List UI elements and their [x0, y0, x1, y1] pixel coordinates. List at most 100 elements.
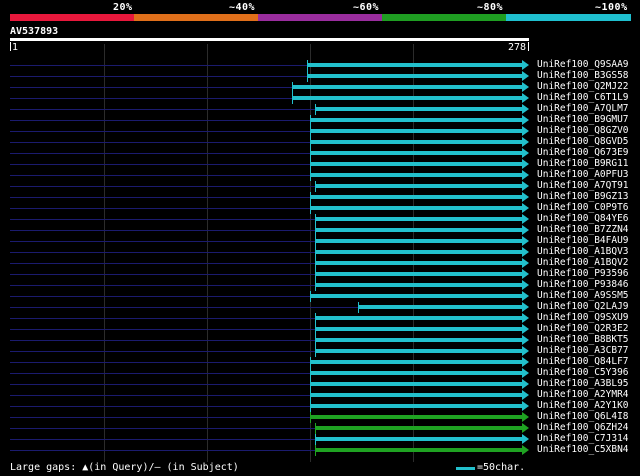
hit-label[interactable]: UniRef100_B9GMU7 [537, 114, 629, 125]
hit-label[interactable]: UniRef100_A1BQV3 [537, 246, 629, 257]
hit-alignment-bar[interactable] [315, 217, 522, 221]
hit-alignment-bar[interactable] [315, 184, 522, 188]
hit-label[interactable]: UniRef100_C0P9T6 [537, 202, 629, 213]
hit-alignment-bar[interactable] [315, 448, 522, 452]
hit-alignment-bar[interactable] [292, 96, 522, 100]
hit-alignment-bar[interactable] [310, 360, 522, 364]
hit-label[interactable]: UniRef100_A7QLM7 [537, 103, 629, 114]
hit-label[interactable]: UniRef100_A0PFU3 [537, 169, 629, 180]
hit-alignment-bar[interactable] [310, 140, 522, 144]
scale-label: ~40% [229, 2, 256, 13]
hit-alignment-bar[interactable] [315, 437, 522, 441]
hit-alignment-bar[interactable] [315, 338, 522, 342]
hit-label[interactable]: UniRef100_B9RG11 [537, 158, 629, 169]
hit-label[interactable]: UniRef100_Q673E9 [537, 147, 629, 158]
hit-label[interactable]: UniRef100_P93596 [537, 268, 629, 279]
scale-segment [506, 14, 631, 21]
hit-alignment-bar[interactable] [310, 118, 522, 122]
hit-alignment-bar[interactable] [292, 85, 522, 89]
hit-alignment-bar[interactable] [315, 316, 522, 320]
hit-arrow-icon [522, 368, 529, 378]
hit-arrow-icon [522, 247, 529, 257]
query-end-number: 278 [508, 42, 527, 53]
hit-arrow-icon [522, 379, 529, 389]
hit-label[interactable]: UniRef100_B7ZZN4 [537, 224, 629, 235]
hit-alignment-bar[interactable] [310, 195, 522, 199]
scale-segment [382, 14, 506, 21]
hit-alignment-bar[interactable] [310, 129, 522, 133]
hit-alignment-bar[interactable] [315, 426, 522, 430]
hit-label[interactable]: UniRef100_A2Y1K0 [537, 400, 629, 411]
hit-label[interactable]: UniRef100_Q84YE6 [537, 213, 629, 224]
scale-segment [10, 14, 134, 21]
hit-arrow-icon [522, 170, 529, 180]
hit-arrow-icon [522, 269, 529, 279]
hit-alignment-bar[interactable] [315, 250, 522, 254]
hit-label[interactable]: UniRef100_Q84LF7 [537, 356, 629, 367]
hit-label[interactable]: UniRef100_Q2R3E2 [537, 323, 629, 334]
hit-label[interactable]: UniRef100_A9SSM5 [537, 290, 629, 301]
hit-alignment-bar[interactable] [307, 74, 522, 78]
hit-alignment-bar[interactable] [310, 382, 522, 386]
hit-alignment-bar[interactable] [310, 162, 522, 166]
hit-label[interactable]: UniRef100_B4FAU9 [537, 235, 629, 246]
hit-alignment-bar[interactable] [310, 415, 522, 419]
scale-segment [258, 14, 382, 21]
scale-label: 20% [113, 2, 133, 13]
hit-label[interactable]: UniRef100_B9GZ13 [537, 191, 629, 202]
hit-row[interactable]: UniRef100_C5XBN4 [0, 444, 640, 456]
hit-alignment-bar[interactable] [310, 173, 522, 177]
hit-alignment-bar[interactable] [310, 294, 522, 298]
hit-arrow-icon [522, 335, 529, 345]
hit-label[interactable]: UniRef100_Q8GZV0 [537, 125, 629, 136]
hit-label[interactable]: UniRef100_Q2LAJ9 [537, 301, 629, 312]
hit-label[interactable]: UniRef100_B3GS58 [537, 70, 629, 81]
hit-label[interactable]: UniRef100_Q2MJ22 [537, 81, 629, 92]
hit-label[interactable]: UniRef100_A1BQV2 [537, 257, 629, 268]
hit-label[interactable]: UniRef100_B8BKT5 [537, 334, 629, 345]
hit-alignment-bar[interactable] [307, 63, 522, 67]
hit-arrow-icon [522, 225, 529, 235]
hit-alignment-bar[interactable] [315, 228, 522, 232]
hit-alignment-bar[interactable] [315, 327, 522, 331]
hit-arrow-icon [522, 434, 529, 444]
hit-label[interactable]: UniRef100_C5Y396 [537, 367, 629, 378]
hit-label[interactable]: UniRef100_A2YMR4 [537, 389, 629, 400]
hit-alignment-bar[interactable] [310, 404, 522, 408]
scale-legend-bar [456, 467, 475, 470]
hit-alignment-bar[interactable] [310, 393, 522, 397]
hit-label[interactable]: UniRef100_C5XBN4 [537, 444, 629, 455]
hit-alignment-bar[interactable] [315, 107, 522, 111]
hit-label[interactable]: UniRef100_Q6ZH24 [537, 422, 629, 433]
hit-label[interactable]: UniRef100_Q9SAA9 [537, 59, 629, 70]
scale-label: ~100% [595, 2, 628, 13]
hit-label[interactable]: UniRef100_C6T1L9 [537, 92, 629, 103]
hit-arrow-icon [522, 71, 529, 81]
hit-alignment-bar[interactable] [315, 239, 522, 243]
hit-alignment-bar[interactable] [315, 349, 522, 353]
hit-arrow-icon [522, 357, 529, 367]
hit-label[interactable]: UniRef100_C7J314 [537, 433, 629, 444]
hit-arrow-icon [522, 148, 529, 158]
hit-alignment-bar[interactable] [310, 206, 522, 210]
hit-label[interactable]: UniRef100_Q9SXU9 [537, 312, 629, 323]
hit-label[interactable]: UniRef100_A3CB77 [537, 345, 629, 356]
hit-arrow-icon [522, 280, 529, 290]
hit-alignment-bar[interactable] [315, 261, 522, 265]
hit-label[interactable]: UniRef100_A3BL95 [537, 378, 629, 389]
hit-arrow-icon [522, 104, 529, 114]
hit-label[interactable]: UniRef100_P93846 [537, 279, 629, 290]
hit-arrow-icon [522, 203, 529, 213]
query-bar [10, 38, 529, 41]
hit-arrow-icon [522, 126, 529, 136]
hit-alignment-bar[interactable] [310, 371, 522, 375]
hit-label[interactable]: UniRef100_A7QT91 [537, 180, 629, 191]
hit-alignment-bar[interactable] [358, 305, 522, 309]
gaps-legend: Large gaps: ▲(in Query)/— (in Subject) [10, 462, 239, 473]
hit-alignment-bar[interactable] [315, 283, 522, 287]
hit-alignment-bar[interactable] [310, 151, 522, 155]
hit-arrow-icon [522, 236, 529, 246]
hit-label[interactable]: UniRef100_Q8GVD5 [537, 136, 629, 147]
hit-label[interactable]: UniRef100_Q6L4I8 [537, 411, 629, 422]
hit-alignment-bar[interactable] [315, 272, 522, 276]
